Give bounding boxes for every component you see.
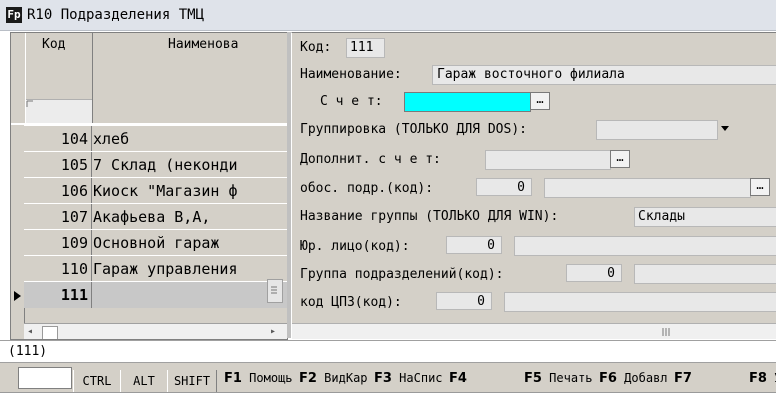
- table-row[interactable]: 107 Акафьева В,А,: [24, 203, 287, 230]
- ctrl-modifier[interactable]: CTRL: [73, 370, 121, 392]
- corner-icon: [26, 100, 33, 107]
- extra-account-lookup-button[interactable]: …: [610, 150, 630, 168]
- form-horizontal-scrollbar[interactable]: [292, 323, 776, 339]
- shift-modifier[interactable]: SHIFT: [167, 370, 217, 392]
- cell-name: [93, 282, 287, 308]
- detail-form: Код: 111 Наименование: Гараж восточного …: [291, 32, 776, 339]
- cell-code: 104: [60, 130, 88, 148]
- f1-key[interactable]: F1 Помощь: [224, 371, 293, 386]
- table-row[interactable]: 109 Основной гараж: [24, 229, 287, 256]
- cell-name: хлеб: [93, 130, 130, 148]
- sep-unit-lookup-button[interactable]: …: [750, 178, 770, 196]
- scroll-right-icon[interactable]: ▸: [270, 326, 276, 337]
- cell-name: Акафьева В,А,: [93, 208, 211, 226]
- cpz-label: код ЦПЗ(код):: [300, 295, 402, 310]
- app-icon: Fp: [6, 7, 22, 23]
- cell-name: 7 Склад (неконди: [93, 156, 238, 174]
- cell-name: Основной гараж: [93, 234, 220, 252]
- column-header-name-label: Наименова: [168, 37, 239, 52]
- legal-entity-name-field[interactable]: [514, 236, 776, 256]
- code-field[interactable]: 111: [346, 38, 385, 58]
- grid-horizontal-scrollbar[interactable]: ◂ ▸: [24, 323, 287, 339]
- grouping-label: Группировка (ТОЛЬКО ДЛЯ DOS):: [300, 122, 527, 137]
- f8-key[interactable]: F8 У: [749, 371, 776, 386]
- code-label: Код:: [300, 40, 332, 55]
- status-text: (111): [8, 344, 48, 359]
- cell-name: Киоск "Магазин ф: [93, 182, 238, 200]
- f3-key[interactable]: F3 НаСпис: [374, 371, 443, 386]
- cell-code: 110: [60, 260, 88, 278]
- scroll-left-icon[interactable]: ◂: [27, 326, 33, 337]
- dropdown-arrow-icon[interactable]: [716, 120, 733, 138]
- extra-account-field[interactable]: [485, 150, 611, 170]
- sep-unit-code-field[interactable]: 0: [476, 178, 532, 196]
- table-row[interactable]: 104 хлеб: [24, 125, 287, 152]
- cell-code: 107: [60, 208, 88, 226]
- name-label: Наименование:: [300, 67, 402, 82]
- table-row[interactable]: 105 7 Склад (неконди: [24, 151, 287, 178]
- extra-account-label: Дополнит. с ч е т:: [300, 152, 441, 167]
- group-name-field[interactable]: Склады: [634, 207, 776, 227]
- group-name-label: Название группы (ТОЛЬКО ДЛЯ WIN):: [300, 209, 559, 224]
- status-bar: (111): [0, 340, 776, 363]
- account-label: С ч е т:: [320, 94, 383, 109]
- f5-key[interactable]: F5 Печать: [524, 371, 593, 386]
- cell-code: 105: [60, 156, 88, 174]
- records-grid[interactable]: Код Наименова 104 хлеб 105 7 Склад (неко…: [10, 32, 288, 340]
- vertical-scrollbar-thumb[interactable]: [267, 279, 283, 303]
- bottom-edge: [0, 392, 776, 405]
- title-bar: Fp R10 Подразделения ТМЦ: [0, 0, 776, 31]
- account-lookup-button[interactable]: …: [530, 92, 550, 110]
- unit-group-name-field[interactable]: [634, 264, 776, 284]
- triangle-right-icon: [14, 291, 21, 301]
- grip-icon: [662, 328, 670, 336]
- f7-key[interactable]: F7: [674, 371, 692, 386]
- grid-header: Код Наименова: [11, 33, 287, 124]
- table-row[interactable]: 106 Киоск "Магазин ф: [24, 177, 287, 204]
- name-field[interactable]: Гараж восточного филиала: [432, 65, 776, 85]
- grouping-select[interactable]: [596, 120, 718, 140]
- account-field[interactable]: [404, 92, 531, 112]
- header-filter-cell[interactable]: [26, 99, 92, 124]
- column-header-name[interactable]: Наименова: [92, 33, 287, 123]
- window-title: R10 Подразделения ТМЦ: [27, 7, 205, 23]
- cell-code: 109: [60, 234, 88, 252]
- f2-key[interactable]: F2 ВидКар: [299, 371, 368, 386]
- f4-key[interactable]: F4: [449, 371, 467, 386]
- table-row-selected[interactable]: 111: [24, 281, 287, 308]
- cpz-code-field[interactable]: 0: [436, 292, 492, 310]
- sep-unit-label: обос. подр.(код):: [300, 181, 434, 196]
- cell-code: 106: [60, 182, 88, 200]
- legal-entity-code-field[interactable]: 0: [446, 236, 502, 254]
- scrollbar-thumb[interactable]: [42, 326, 58, 339]
- cpz-name-field[interactable]: [504, 292, 776, 312]
- f6-key[interactable]: F6 Добавл: [599, 371, 668, 386]
- cell-name: Гараж управления: [93, 260, 238, 278]
- grip-icon: [271, 286, 277, 294]
- cell-code: 111: [60, 286, 88, 304]
- sep-unit-name-field[interactable]: [544, 178, 751, 198]
- function-key-bar: CTRL ALT SHIFT F1 Помощь F2 ВидКар F3 На…: [0, 362, 776, 393]
- alt-modifier[interactable]: ALT: [120, 370, 168, 392]
- key-input-box[interactable]: [18, 367, 72, 389]
- column-header-code[interactable]: Код: [25, 33, 93, 124]
- unit-group-label: Группа подразделений(код):: [300, 267, 504, 282]
- current-row-marker: [11, 283, 24, 309]
- column-header-code-label: Код: [42, 37, 66, 52]
- legal-entity-label: Юр. лицо(код):: [300, 239, 410, 254]
- unit-group-code-field[interactable]: 0: [566, 264, 622, 282]
- table-row[interactable]: 110 Гараж управления: [24, 255, 287, 282]
